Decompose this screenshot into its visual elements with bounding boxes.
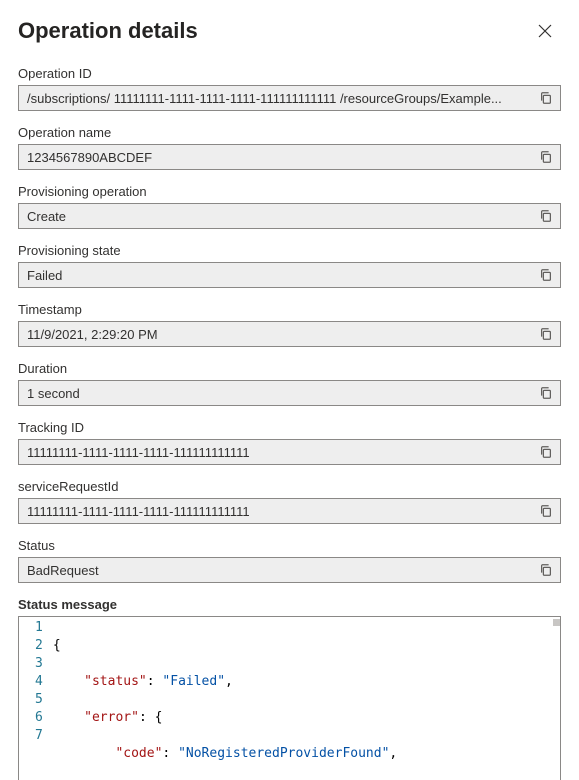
line-number: 2	[35, 637, 43, 655]
copy-icon	[539, 209, 553, 223]
code-line: {	[53, 637, 560, 655]
close-button[interactable]	[533, 19, 557, 43]
copy-button[interactable]	[532, 322, 560, 346]
code-line: "error": {	[53, 709, 560, 727]
copy-icon	[539, 445, 553, 459]
copy-icon	[539, 386, 553, 400]
field-timestamp: Timestamp 11/9/2021, 2:29:20 PM	[18, 302, 561, 347]
field-label: Provisioning operation	[18, 184, 561, 199]
scrollbar-thumb-vertical-marker[interactable]	[553, 619, 560, 626]
field-value-box: 1 second	[18, 380, 561, 406]
field-label: Provisioning state	[18, 243, 561, 258]
copy-icon	[539, 504, 553, 518]
line-number: 7	[35, 727, 43, 745]
status-message-editor[interactable]: 1 2 3 4 5 6 7 { "status": "Failed", "err…	[18, 616, 561, 780]
field-label: Tracking ID	[18, 420, 561, 435]
editor-gutter: 1 2 3 4 5 6 7	[19, 617, 53, 780]
field-value-text: 11/9/2021, 2:29:20 PM	[19, 327, 532, 342]
code-line: "status": "Failed",	[53, 673, 560, 691]
field-value-box: BadRequest	[18, 557, 561, 583]
field-label: Duration	[18, 361, 561, 376]
field-status: Status BadRequest	[18, 538, 561, 583]
code-line: "code": "NoRegisteredProviderFound",	[53, 745, 560, 763]
copy-button[interactable]	[532, 86, 560, 110]
field-value-box: Create	[18, 203, 561, 229]
field-service-request-id: serviceRequestId 11111111-1111-1111-1111…	[18, 479, 561, 524]
field-operation-name: Operation name 1234567890ABCDEF	[18, 125, 561, 170]
close-icon	[537, 23, 553, 39]
copy-button[interactable]	[532, 263, 560, 287]
copy-icon	[539, 91, 553, 105]
copy-button[interactable]	[532, 204, 560, 228]
field-value-box: 11111111-1111-1111-1111-111111111111	[18, 498, 561, 524]
field-value-box: 11111111-1111-1111-1111-111111111111	[18, 439, 561, 465]
field-value-text: 11111111-1111-1111-1111-111111111111	[19, 445, 532, 460]
field-provisioning-state: Provisioning state Failed	[18, 243, 561, 288]
panel-title: Operation details	[18, 18, 198, 44]
copy-icon	[539, 150, 553, 164]
field-value-text: 11111111-1111-1111-1111-111111111111	[19, 504, 532, 519]
field-value-box: /subscriptions/ 11111111-1111-1111-1111-…	[18, 85, 561, 111]
copy-icon	[539, 268, 553, 282]
panel-scroll-area[interactable]: Operation ID /subscriptions/ 11111111-11…	[0, 50, 579, 780]
panel-header: Operation details	[0, 0, 579, 50]
field-duration: Duration 1 second	[18, 361, 561, 406]
field-value-text: Create	[19, 209, 532, 224]
field-status-message: Status message 1 2 3 4 5 6 7 { "status":…	[18, 597, 561, 780]
field-tracking-id: Tracking ID 11111111-1111-1111-1111-1111…	[18, 420, 561, 465]
field-value-box: 11/9/2021, 2:29:20 PM	[18, 321, 561, 347]
field-value-box: 1234567890ABCDEF	[18, 144, 561, 170]
copy-button[interactable]	[532, 381, 560, 405]
line-number: 1	[35, 619, 43, 637]
field-value-box: Failed	[18, 262, 561, 288]
editor-code[interactable]: { "status": "Failed", "error": { "code":…	[53, 617, 560, 780]
field-value-text: Failed	[19, 268, 532, 283]
field-label: Status	[18, 538, 561, 553]
line-number: 6	[35, 709, 43, 727]
field-provisioning-operation: Provisioning operation Create	[18, 184, 561, 229]
copy-button[interactable]	[532, 499, 560, 523]
field-label: Operation ID	[18, 66, 561, 81]
line-number: 3	[35, 655, 43, 673]
field-value-text: /subscriptions/ 11111111-1111-1111-1111-…	[19, 91, 532, 106]
field-value-text: 1 second	[19, 386, 532, 401]
field-value-text: 1234567890ABCDEF	[19, 150, 532, 165]
copy-icon	[539, 327, 553, 341]
operation-details-panel: Operation details Operation ID /subscrip…	[0, 0, 579, 780]
field-label: Timestamp	[18, 302, 561, 317]
field-label: serviceRequestId	[18, 479, 561, 494]
copy-icon	[539, 563, 553, 577]
line-number: 5	[35, 691, 43, 709]
copy-button[interactable]	[532, 440, 560, 464]
copy-button[interactable]	[532, 558, 560, 582]
field-operation-id: Operation ID /subscriptions/ 11111111-11…	[18, 66, 561, 111]
field-label: Status message	[18, 597, 561, 612]
field-value-text: BadRequest	[19, 563, 532, 578]
copy-button[interactable]	[532, 145, 560, 169]
field-label: Operation name	[18, 125, 561, 140]
line-number: 4	[35, 673, 43, 691]
